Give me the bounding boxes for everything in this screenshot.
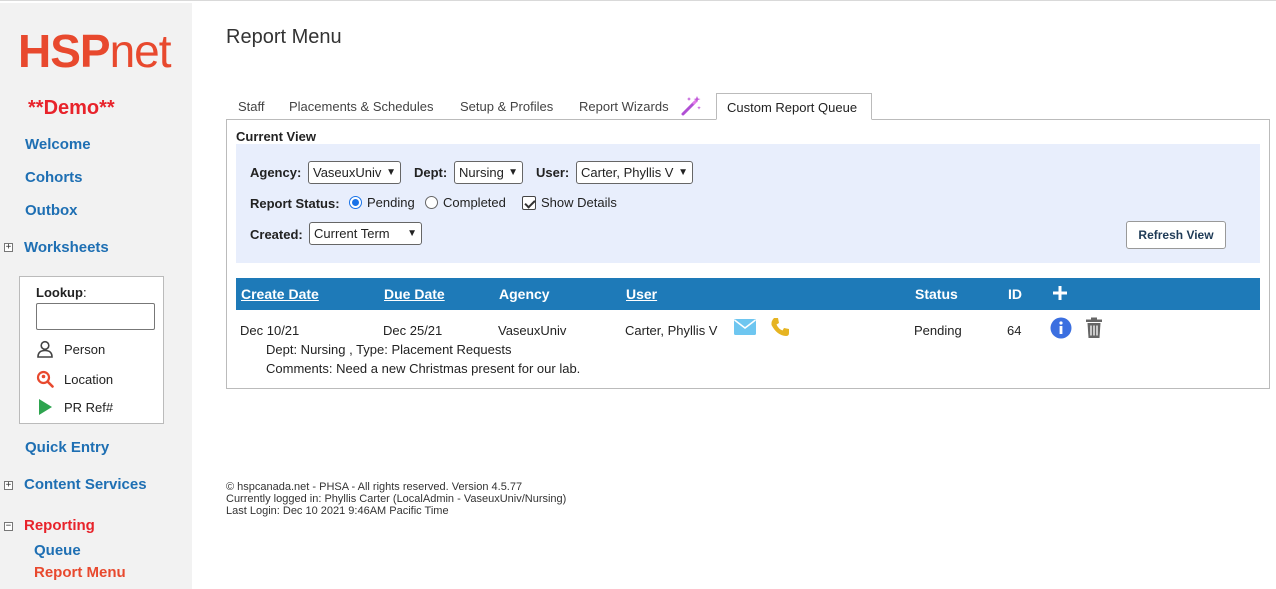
sidebar: HSPnet **Demo** Welcome Cohorts Outbox +… <box>0 3 192 589</box>
created-select-value: Current Term <box>314 226 390 241</box>
agency-header: Agency <box>499 286 550 302</box>
logo-hsp-text: HSP <box>18 25 111 77</box>
sidebar-item-worksheets[interactable]: Worksheets <box>24 239 109 256</box>
sidebar-subitem-queue[interactable]: Queue <box>34 542 81 559</box>
play-arrow-icon <box>36 397 58 417</box>
expand-worksheets-icon[interactable]: + <box>4 243 13 252</box>
agency-select-value: VaseuxUniv <box>313 165 382 180</box>
row-id: 64 <box>1007 323 1022 338</box>
row-due-date: Dec 25/21 <box>383 323 443 338</box>
plus-icon[interactable] <box>1051 284 1069 307</box>
created-label: Created: <box>250 227 303 242</box>
chevron-down-icon: ▼ <box>508 167 518 178</box>
tab-setup-profiles[interactable]: Setup & Profiles <box>450 93 563 120</box>
chevron-down-icon: ▼ <box>678 167 688 178</box>
sidebar-item-outbox[interactable]: Outbox <box>25 202 78 219</box>
pending-label: Pending <box>367 195 415 210</box>
dept-label: Dept: <box>414 165 448 180</box>
show-details-label: Show Details <box>541 195 617 210</box>
info-icon[interactable] <box>1050 317 1072 344</box>
person-icon <box>36 339 58 359</box>
table-header: Create Date Due Date Agency User Status … <box>236 278 1260 310</box>
trash-icon[interactable] <box>1085 317 1103 344</box>
footer: © hspcanada.net - PHSA - All rights rese… <box>226 481 566 517</box>
sidebar-item-reporting[interactable]: Reporting <box>24 517 95 534</box>
row-agency: VaseuxUniv <box>498 323 567 338</box>
show-details-checkbox[interactable]: Show Details <box>522 195 617 210</box>
created-select[interactable]: Current Term ▼ <box>309 222 422 245</box>
lookup-pr-ref[interactable]: PR Ref# <box>36 397 113 417</box>
lookup-colon: : <box>82 285 87 300</box>
filter-box: Agency: VaseuxUniv ▼ Dept: Nursing ▼ Use… <box>236 144 1260 263</box>
sidebar-item-content-services[interactable]: Content Services <box>24 476 147 493</box>
current-view-title: Current View <box>236 129 316 144</box>
logo-net-text: net <box>109 25 172 77</box>
lookup-location[interactable]: Location <box>36 369 113 389</box>
completed-label: Completed <box>443 195 506 210</box>
sidebar-item-welcome[interactable]: Welcome <box>25 136 91 153</box>
id-header: ID <box>1008 286 1022 302</box>
report-status-label: Report Status: <box>250 196 340 211</box>
lookup-person[interactable]: Person <box>36 339 105 359</box>
lookup-person-label: Person <box>64 341 106 357</box>
footer-last-login: Last Login: Dec 10 2021 9:46AM Pacific T… <box>226 505 449 517</box>
tab-report-wizards-label: Report Wizards <box>579 99 669 114</box>
status-pending-radio[interactable]: Pending <box>349 195 415 210</box>
dept-select-value: Nursing <box>459 165 504 180</box>
agency-select[interactable]: VaseuxUniv ▼ <box>308 161 401 184</box>
tab-custom-report-queue[interactable]: Custom Report Queue <box>716 93 872 120</box>
expand-content-services-icon[interactable]: + <box>4 481 13 490</box>
custom-report-queue-panel: Current View Agency: VaseuxUniv ▼ Dept: … <box>226 119 1270 389</box>
row-status: Pending <box>914 323 962 338</box>
status-header: Status <box>915 286 958 302</box>
sidebar-item-cohorts[interactable]: Cohorts <box>25 169 83 186</box>
location-search-icon <box>36 369 58 389</box>
magic-wand-icon[interactable] <box>680 95 702 122</box>
status-completed-radio[interactable]: Completed <box>425 195 506 210</box>
phone-icon[interactable] <box>769 316 791 343</box>
hspnet-logo[interactable]: HSPnet <box>18 25 172 77</box>
row-details-line1: Dept: Nursing , Type: Placement Requests <box>266 342 512 357</box>
user-label: User: <box>536 165 570 180</box>
radio-unselected-icon <box>425 196 438 209</box>
collapse-reporting-icon[interactable]: − <box>4 522 13 531</box>
lookup-location-label: Location <box>64 371 114 387</box>
sort-create-date[interactable]: Create Date <box>241 278 319 310</box>
sidebar-subitem-report-menu[interactable]: Report Menu <box>34 564 126 581</box>
sidebar-item-quick-entry[interactable]: Quick Entry <box>25 439 109 456</box>
lookup-panel: Lookup: Person Location PR Ref# <box>19 276 164 424</box>
checkbox-checked-icon <box>522 195 536 210</box>
agency-label: Agency: <box>250 165 302 180</box>
radio-selected-icon <box>349 196 362 209</box>
lookup-pr-ref-label: PR Ref# <box>64 399 114 415</box>
footer-copyright: © hspcanada.net - PHSA - All rights rese… <box>226 481 523 493</box>
row-details-line2: Comments: Need a new Christmas present f… <box>266 361 581 376</box>
sort-user[interactable]: User <box>626 278 657 310</box>
row-create-date: Dec 10/21 <box>240 323 300 338</box>
tab-placements-schedules[interactable]: Placements & Schedules <box>279 93 444 120</box>
lookup-input[interactable] <box>36 303 155 330</box>
footer-logged-in: Currently logged in: Phyllis Carter (Loc… <box>226 493 567 505</box>
user-select-value: Carter, Phyllis V <box>581 165 674 180</box>
row-user: Carter, Phyllis V <box>625 323 718 338</box>
chevron-down-icon: ▼ <box>386 167 396 178</box>
dept-select[interactable]: Nursing ▼ <box>454 161 523 184</box>
lookup-label: Lookup <box>36 285 83 300</box>
sort-due-date[interactable]: Due Date <box>384 278 445 310</box>
refresh-view-button[interactable]: Refresh View <box>1126 221 1226 249</box>
page-title: Report Menu <box>226 26 342 48</box>
user-select[interactable]: Carter, Phyllis V ▼ <box>576 161 693 184</box>
demo-label: **Demo** <box>28 97 115 119</box>
chevron-down-icon: ▼ <box>407 228 417 239</box>
tab-staff[interactable]: Staff <box>228 93 275 120</box>
tab-report-wizards[interactable]: Report Wizards <box>569 93 679 120</box>
envelope-icon[interactable] <box>733 318 757 341</box>
